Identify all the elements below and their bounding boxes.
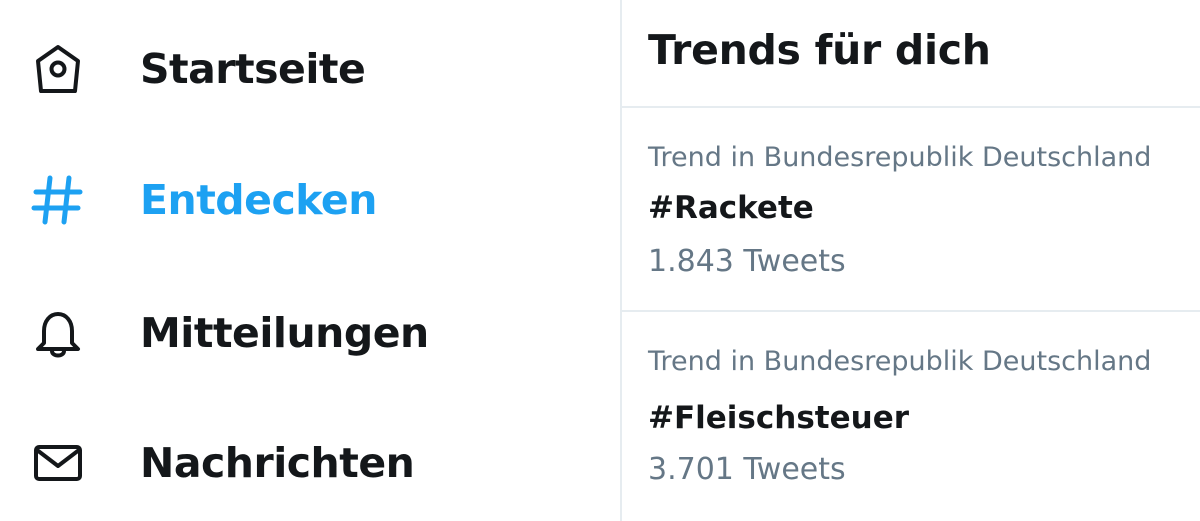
trend-context: Trend in Bundesrepublik Deutschland	[648, 346, 1152, 377]
envelope-icon	[28, 433, 88, 493]
sidebar-item-label: Nachrichten	[140, 439, 415, 487]
sidebar-nav: Startseite Entdecken Mitteilungen Nachri…	[0, 0, 620, 521]
sidebar-item-label: Mitteilungen	[140, 309, 429, 357]
trend-hashtag: #Rackete	[648, 190, 814, 226]
sidebar-item-label: Startseite	[140, 45, 366, 93]
sidebar-item-explore[interactable]: Entdecken	[0, 160, 600, 240]
trend-hashtag: #Fleischsteuer	[648, 400, 910, 436]
sidebar-item-home[interactable]: Startseite	[0, 29, 600, 109]
trend-tweet-count: 1.843 Tweets	[648, 244, 846, 279]
home-icon	[28, 39, 88, 99]
trends-title: Trends für dich	[648, 26, 991, 74]
trend-item[interactable]: Trend in Bundesrepublik Deutschland #Rac…	[622, 108, 1200, 308]
sidebar-item-label: Entdecken	[140, 176, 377, 224]
trend-tweet-count: 3.701 Tweets	[648, 452, 846, 487]
bell-icon	[28, 303, 88, 363]
trend-item[interactable]: Trend in Bundesrepublik Deutschland #Fle…	[622, 312, 1200, 512]
trends-panel: Trends für dich Trend in Bundesrepublik …	[622, 0, 1200, 521]
hashtag-icon	[28, 170, 88, 230]
sidebar-item-messages[interactable]: Nachrichten	[0, 423, 600, 503]
trend-context: Trend in Bundesrepublik Deutschland	[648, 142, 1152, 173]
sidebar-item-notifications[interactable]: Mitteilungen	[0, 293, 600, 373]
